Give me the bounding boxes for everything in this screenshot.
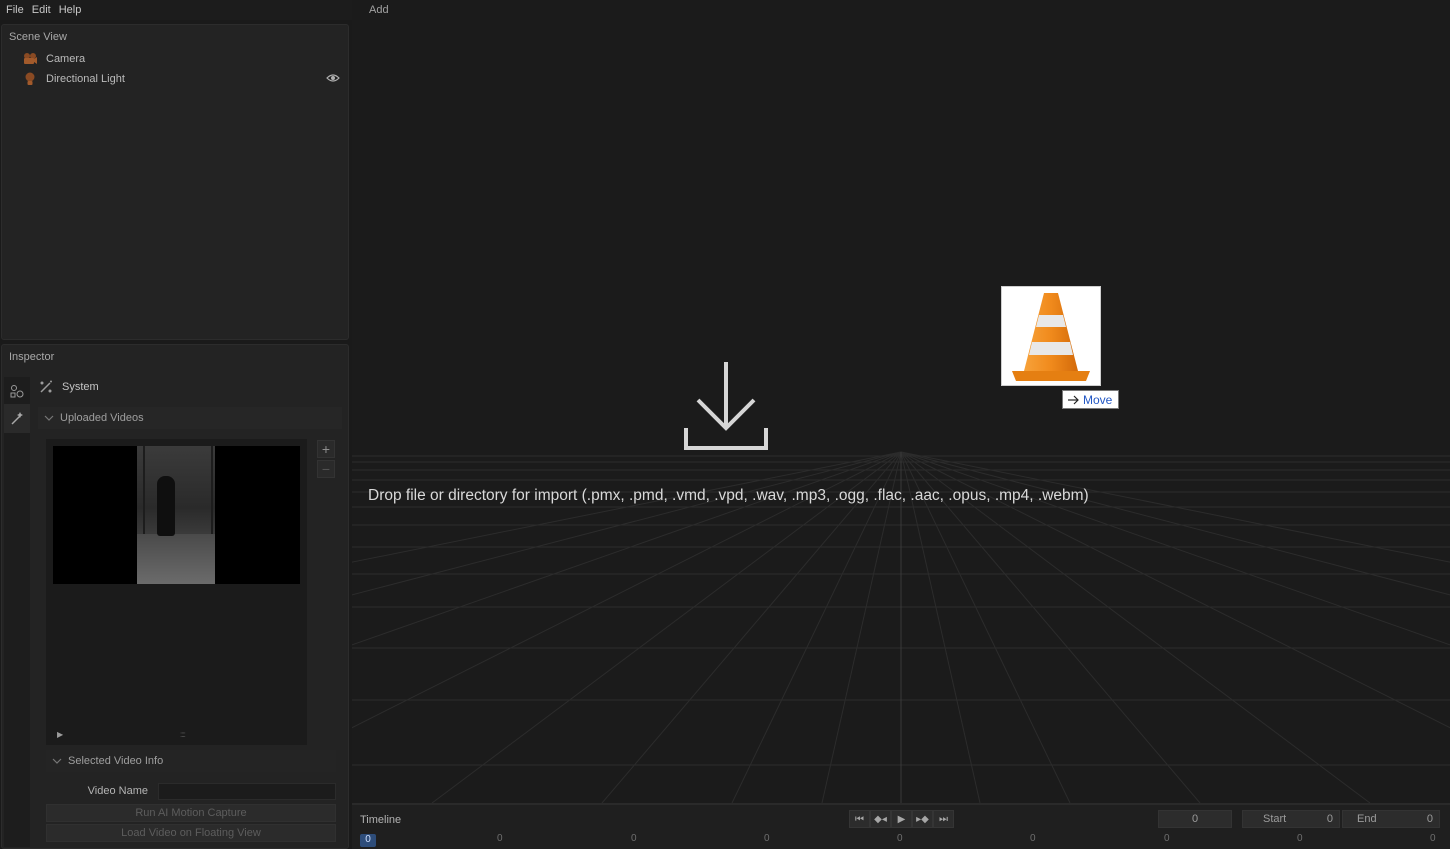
menu-bar: File Edit Help bbox=[0, 0, 352, 20]
video-still-image bbox=[137, 446, 215, 584]
menu-edit[interactable]: Edit bbox=[32, 4, 51, 16]
chevron-down-icon bbox=[44, 415, 54, 421]
play-icon[interactable]: ▶ bbox=[57, 730, 63, 739]
video-thumbnail[interactable] bbox=[53, 446, 300, 584]
ruler-tick: 0 bbox=[497, 833, 503, 844]
end-label: End bbox=[1357, 813, 1377, 825]
timeline-panel: Timeline ⏮ ◆◂ ▶ ▸◆ ⏭ 0 Start 0 End 0 0 0… bbox=[352, 803, 1450, 849]
tab-system[interactable] bbox=[4, 405, 30, 433]
uploaded-videos-header[interactable]: Uploaded Videos bbox=[38, 407, 342, 429]
add-menu[interactable]: Add bbox=[369, 4, 389, 16]
end-frame-field[interactable]: End 0 bbox=[1342, 810, 1440, 828]
play-button[interactable]: ▶ bbox=[891, 810, 912, 828]
scene-item-label: Directional Light bbox=[46, 73, 125, 85]
ruler-tick: 0 bbox=[764, 833, 770, 844]
inspector-title: Inspector bbox=[9, 351, 55, 363]
end-value: 0 bbox=[1426, 813, 1433, 825]
ruler-tick: 0 bbox=[1164, 833, 1170, 844]
scene-item-camera[interactable]: Camera bbox=[22, 50, 342, 68]
next-keyframe-button[interactable]: ▸◆ bbox=[912, 810, 933, 828]
system-icon bbox=[40, 380, 52, 393]
start-frame-field[interactable]: Start 0 bbox=[1242, 810, 1340, 828]
drag-move-label: Move bbox=[1083, 392, 1113, 407]
3d-viewport[interactable]: Add Drop file or directory for import (.… bbox=[352, 0, 1450, 803]
objects-icon bbox=[10, 384, 24, 397]
run-ai-motion-capture-button[interactable]: Run AI Motion Capture bbox=[46, 804, 336, 822]
chevron-down-icon bbox=[52, 758, 62, 764]
video-list-buttons: + − bbox=[317, 440, 335, 480]
scene-item-directional-light[interactable]: Directional Light bbox=[22, 70, 342, 88]
tab-scene-objects[interactable] bbox=[4, 377, 30, 405]
remove-video-button[interactable]: − bbox=[317, 460, 335, 478]
dragged-file-thumbnail bbox=[1001, 286, 1101, 386]
load-video-floating-view-button[interactable]: Load Video on Floating View bbox=[46, 824, 336, 842]
inspector-tab-bar bbox=[4, 377, 30, 847]
download-icon bbox=[682, 360, 770, 455]
ruler-tick: 0 bbox=[1030, 833, 1036, 844]
skip-to-end-button[interactable]: ⏭ bbox=[933, 810, 954, 828]
selected-video-info-label: Selected Video Info bbox=[68, 755, 164, 767]
ruler-tick: 0 bbox=[631, 833, 637, 844]
scene-view-title: Scene View bbox=[9, 31, 67, 43]
ground-grid bbox=[352, 451, 1450, 803]
start-label: Start bbox=[1263, 813, 1287, 825]
inspector-panel: Inspector System Uploaded Videos ▶:::: … bbox=[1, 344, 349, 849]
skip-start-icon: ⏮ bbox=[855, 813, 864, 825]
eye-icon[interactable] bbox=[326, 73, 340, 86]
ruler-tick: 0 bbox=[1297, 833, 1303, 844]
system-section-header: System bbox=[38, 379, 99, 395]
skip-to-start-button[interactable]: ⏮ bbox=[849, 810, 870, 828]
menu-help[interactable]: Help bbox=[59, 4, 82, 16]
vlc-cone-icon bbox=[1012, 293, 1090, 381]
selected-video-info-header[interactable]: Selected Video Info bbox=[46, 750, 336, 772]
playhead-marker[interactable]: 0 bbox=[360, 834, 376, 847]
video-list: ▶ :::: bbox=[46, 439, 307, 745]
video-name-label: Video Name bbox=[87, 785, 148, 797]
ruler-tick: 0 bbox=[897, 833, 903, 844]
menu-file[interactable]: File bbox=[6, 4, 24, 16]
scene-view-panel: Scene View Camera Directional Light bbox=[1, 24, 349, 340]
prev-keyframe-button[interactable]: ◆◂ bbox=[870, 810, 891, 828]
video-name-row: Video Name bbox=[46, 782, 336, 800]
playback-controls: ⏮ ◆◂ ▶ ▸◆ ⏭ bbox=[849, 810, 954, 828]
camera-icon bbox=[22, 51, 38, 67]
current-frame-field[interactable]: 0 bbox=[1158, 810, 1232, 828]
play-icon: ▶ bbox=[897, 813, 906, 825]
resize-grip-icon[interactable]: :::: bbox=[180, 730, 186, 739]
add-video-button[interactable]: + bbox=[317, 440, 335, 458]
system-label: System bbox=[62, 381, 99, 393]
scene-item-label: Camera bbox=[46, 53, 86, 65]
uploaded-videos-label: Uploaded Videos bbox=[60, 412, 144, 424]
light-icon bbox=[22, 71, 38, 87]
video-name-field[interactable] bbox=[158, 782, 336, 800]
start-value: 0 bbox=[1326, 813, 1333, 825]
drop-import-hint: Drop file or directory for import (.pmx,… bbox=[368, 487, 1089, 504]
timeline-title: Timeline bbox=[360, 814, 402, 826]
magic-wand-icon bbox=[11, 411, 23, 425]
timeline-ruler[interactable]: 0 0 0 0 0 0 0 0 0 bbox=[352, 833, 1450, 847]
next-keyframe-icon: ▸◆ bbox=[916, 813, 929, 825]
drag-move-badge: Move bbox=[1062, 390, 1120, 409]
skip-end-icon: ⏭ bbox=[939, 813, 948, 825]
ruler-tick: 0 bbox=[1430, 833, 1436, 844]
prev-keyframe-icon: ◆◂ bbox=[874, 813, 887, 825]
arrow-right-icon bbox=[1068, 395, 1079, 404]
